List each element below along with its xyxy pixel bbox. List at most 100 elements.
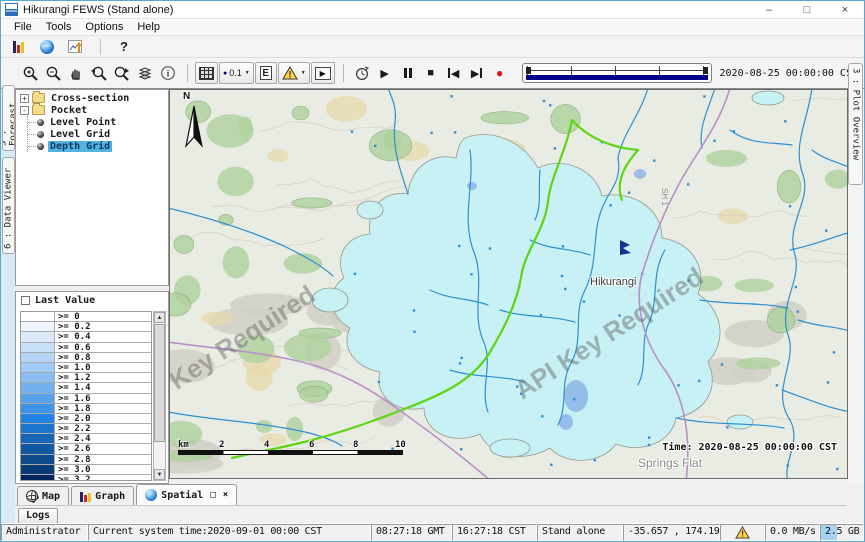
- legend-row[interactable]: >= 0.4: [21, 332, 151, 342]
- legend-row[interactable]: >= 1.4: [21, 383, 151, 393]
- collapse-icon[interactable]: -: [20, 106, 29, 115]
- legend-label: >= 1.4: [55, 383, 151, 392]
- skip-to-start-button[interactable]: ◀: [443, 62, 465, 84]
- legend-row[interactable]: >= 3.0: [21, 465, 151, 475]
- main-toolbar: ?: [1, 36, 864, 58]
- tab-forecast[interactable]: 5 : Forecast: [2, 85, 15, 151]
- legend-label: >= 2.2: [55, 424, 151, 433]
- legend-row[interactable]: >= 2.0: [21, 414, 151, 424]
- scroll-down-icon[interactable]: ▼: [154, 469, 165, 480]
- legend-row[interactable]: >= 1.6: [21, 394, 151, 404]
- slider-start-handle[interactable]: [526, 67, 531, 74]
- legend-swatch: [21, 312, 55, 321]
- status-transfer-rate: 0.0 MB/s: [765, 524, 820, 541]
- label-toggle-button[interactable]: E: [255, 62, 277, 84]
- folder-icon: [32, 93, 45, 103]
- legend-row[interactable]: >= 0.8: [21, 353, 151, 363]
- close-button[interactable]: ×: [826, 1, 864, 18]
- last-value-checkbox[interactable]: [21, 296, 30, 305]
- legend-row[interactable]: >= 2.8: [21, 455, 151, 465]
- legend-swatch: [21, 434, 55, 443]
- town-label: Hikurangi: [590, 276, 636, 288]
- view-tab-bar: Map Graph Spatial □ ×: [15, 484, 846, 506]
- pause-button[interactable]: [397, 62, 419, 84]
- scroll-up-icon[interactable]: ▲: [154, 312, 165, 323]
- menu-item-file[interactable]: File: [7, 20, 39, 34]
- legend-label: >= 0.6: [55, 343, 151, 352]
- legend-swatch: [21, 455, 55, 464]
- tree-item-level-point[interactable]: Level Point: [28, 116, 168, 128]
- zoom-next-icon[interactable]: [111, 62, 133, 84]
- pan-hand-icon[interactable]: [65, 62, 87, 84]
- info-icon[interactable]: i: [157, 62, 179, 84]
- app-icon: [5, 3, 18, 16]
- interval-dropdown[interactable]: ● 0.1 ▼: [219, 62, 254, 84]
- maximize-button[interactable]: □: [788, 1, 826, 18]
- interval-dot-icon: ●: [223, 70, 227, 77]
- zoom-previous-icon[interactable]: [88, 62, 110, 84]
- logs-button[interactable]: Logs: [18, 508, 58, 524]
- tree-item-cross-section[interactable]: + Cross-section: [18, 92, 168, 104]
- zoom-out-icon[interactable]: [42, 62, 64, 84]
- legend-row[interactable]: >= 0.6: [21, 343, 151, 353]
- legend-scrollbar[interactable]: ▲ ▼: [153, 311, 166, 481]
- expand-icon[interactable]: +: [20, 94, 29, 103]
- tab-close-icon[interactable]: ×: [223, 490, 228, 500]
- layers-icon[interactable]: [134, 62, 156, 84]
- legend-row[interactable]: >= 2.4: [21, 434, 151, 444]
- legend-row[interactable]: >= 1.8: [21, 404, 151, 414]
- warning-icon: !: [735, 526, 750, 539]
- slider-end-handle[interactable]: [703, 67, 708, 74]
- record-button[interactable]: ●: [489, 62, 511, 84]
- help-icon[interactable]: ?: [113, 36, 135, 58]
- tab-map[interactable]: Map: [17, 486, 69, 505]
- legend-label: >= 2.4: [55, 434, 151, 443]
- status-gmt-time: 08:27:18 GMT: [371, 524, 452, 541]
- tab-plot-overview[interactable]: 3 : Plot Overview: [848, 63, 863, 185]
- timer-icon[interactable]: [351, 62, 373, 84]
- stop-button[interactable]: ■: [420, 62, 442, 84]
- grid-toggle-button[interactable]: [195, 62, 218, 84]
- legend-swatch: [21, 394, 55, 403]
- svg-text:!: !: [740, 529, 745, 539]
- node-bullet-icon: [37, 119, 44, 126]
- globe-icon: [145, 489, 157, 501]
- menu-item-tools[interactable]: Tools: [39, 20, 79, 34]
- globe-icon[interactable]: [36, 36, 58, 58]
- warning-dropdown[interactable]: ! ▼: [278, 62, 310, 84]
- legend-row[interactable]: >= 2.2: [21, 424, 151, 434]
- menu-item-options[interactable]: Options: [78, 20, 130, 34]
- tree-item-level-grid[interactable]: Level Grid: [28, 128, 168, 140]
- display-graph-icon[interactable]: [65, 36, 87, 58]
- scroll-thumb[interactable]: [154, 324, 165, 442]
- legend-row[interactable]: >= 3.2: [21, 475, 151, 481]
- tab-spatial[interactable]: Spatial □ ×: [136, 484, 237, 505]
- tab-data-viewer[interactable]: 6 : Data Viewer: [2, 157, 15, 254]
- legend-row[interactable]: >= 0: [21, 312, 151, 322]
- map-canvas[interactable]: [170, 90, 848, 479]
- tab-graph[interactable]: Graph: [71, 486, 134, 505]
- tree-item-depth-grid[interactable]: Depth Grid: [28, 140, 168, 152]
- legend-swatch: [21, 444, 55, 453]
- animation-window-button[interactable]: ▶: [311, 62, 335, 84]
- map-view[interactable]: API Key Required API Key Required N Hiku…: [169, 89, 848, 479]
- tree-item-pocket[interactable]: - Pocket: [18, 104, 168, 116]
- legend-row[interactable]: >= 0.2: [21, 322, 151, 332]
- play-button[interactable]: ▶: [374, 62, 396, 84]
- zoom-in-icon[interactable]: [19, 62, 41, 84]
- minimize-button[interactable]: –: [750, 1, 788, 18]
- node-bullet-icon: [37, 143, 44, 150]
- last-value-label: Last Value: [35, 295, 95, 306]
- legend-row[interactable]: >= 1.0: [21, 363, 151, 373]
- skip-to-end-button[interactable]: ▶: [466, 62, 488, 84]
- time-slider[interactable]: [522, 63, 712, 83]
- north-label: N: [183, 91, 190, 102]
- legend-row[interactable]: >= 1.2: [21, 373, 151, 383]
- explorer-chart-icon[interactable]: [7, 36, 29, 58]
- tab-maximize-icon[interactable]: □: [210, 490, 215, 500]
- legend-row[interactable]: >= 2.6: [21, 444, 151, 454]
- status-local-time: 16:27:18 CST: [452, 524, 537, 541]
- legend-label: >= 3.0: [55, 465, 151, 474]
- status-warning-cell[interactable]: !: [720, 524, 765, 541]
- menu-item-help[interactable]: Help: [130, 20, 167, 34]
